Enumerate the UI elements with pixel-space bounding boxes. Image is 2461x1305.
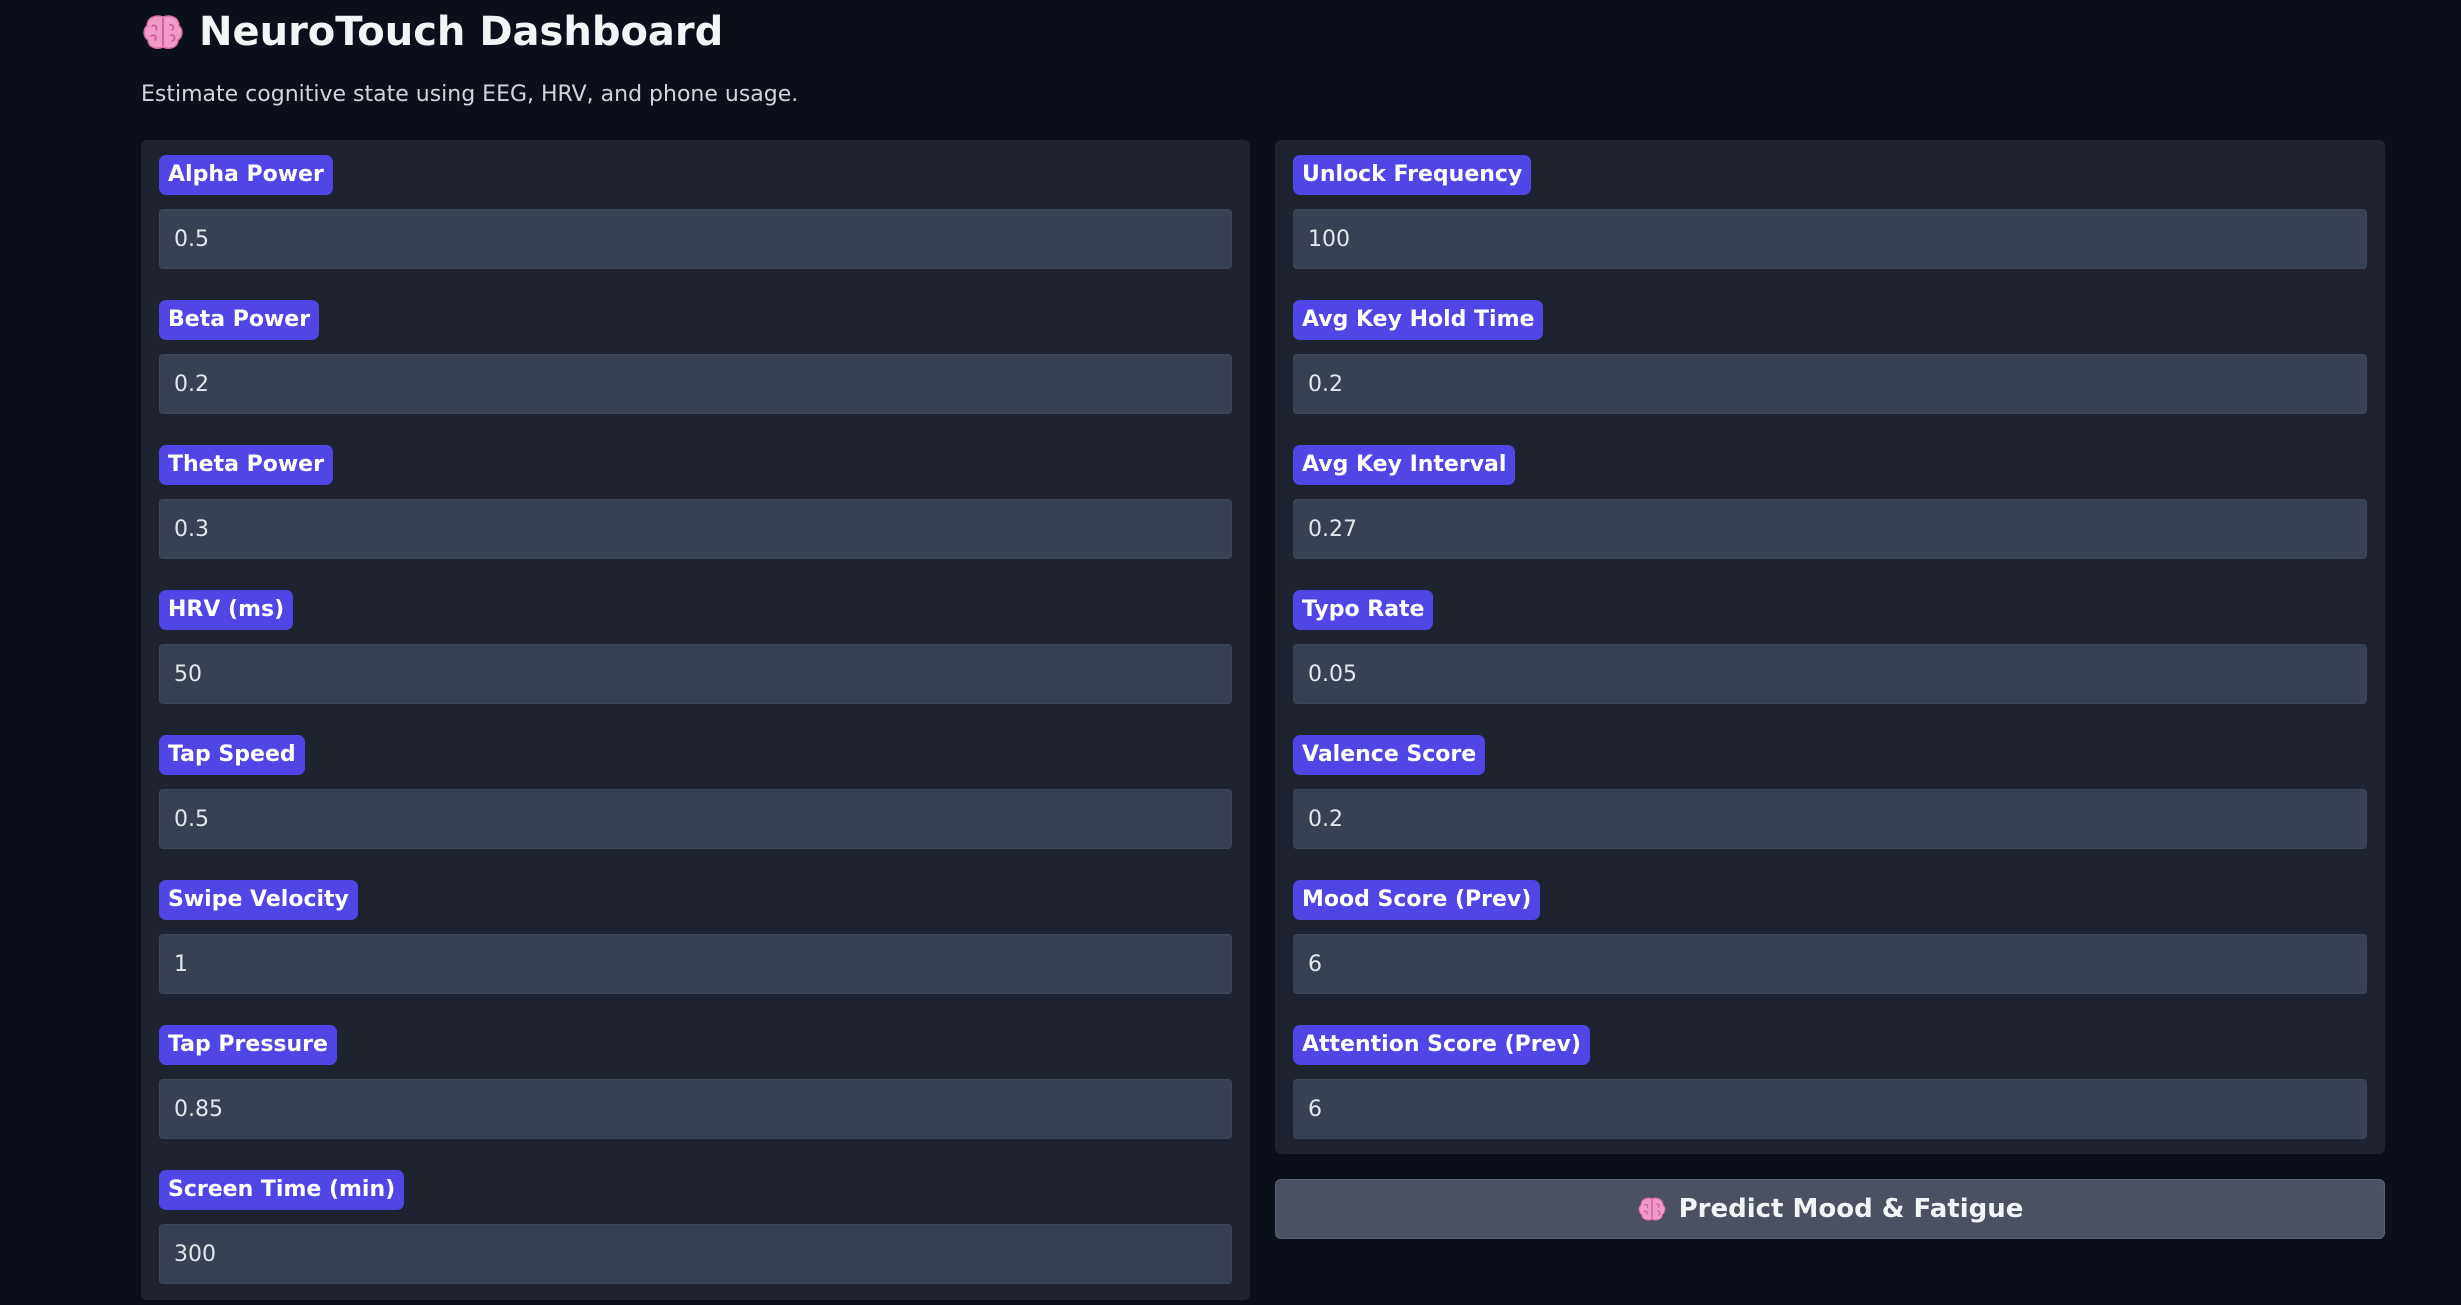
mood-score-prev-input[interactable]: [1293, 934, 2367, 994]
swipe-velocity-label: Swipe Velocity: [159, 880, 358, 920]
attention-score-prev-label: Attention Score (Prev): [1293, 1025, 1590, 1065]
tap-speed-label: Tap Speed: [159, 735, 305, 775]
field-typo-rate: Typo Rate: [1293, 575, 2367, 705]
avg-key-hold-time-input[interactable]: [1293, 354, 2367, 414]
field-mood-score-prev: Mood Score (Prev): [1293, 865, 2367, 995]
tap-speed-input[interactable]: [159, 789, 1232, 849]
tap-pressure-label: Tap Pressure: [159, 1025, 337, 1065]
unlock-frequency-input[interactable]: [1293, 209, 2367, 269]
page-subtitle: Estimate cognitive state using EEG, HRV,…: [141, 82, 799, 107]
field-avg-key-interval: Avg Key Interval: [1293, 430, 2367, 560]
field-tap-pressure: Tap Pressure: [159, 1010, 1232, 1140]
predict-mood-fatigue-button[interactable]: Predict Mood & Fatigue: [1275, 1179, 2385, 1239]
unlock-frequency-label: Unlock Frequency: [1293, 155, 1532, 195]
beta-power-input[interactable]: [159, 354, 1232, 414]
predict-button-label: Predict Mood & Fatigue: [1678, 1194, 2024, 1224]
field-screen-time: Screen Time (min): [159, 1155, 1232, 1285]
right-input-panel: Unlock Frequency Avg Key Hold Time Avg K…: [1275, 140, 2385, 1154]
field-alpha-power: Alpha Power: [159, 140, 1232, 270]
valence-score-input[interactable]: [1293, 789, 2367, 849]
typo-rate-label: Typo Rate: [1293, 590, 1434, 630]
beta-power-label: Beta Power: [159, 300, 320, 340]
avg-key-interval-input[interactable]: [1293, 499, 2367, 559]
left-input-panel: Alpha Power Beta Power Theta Power HRV (…: [141, 140, 1250, 1300]
attention-score-prev-input[interactable]: [1293, 1079, 2367, 1139]
page-title: NeuroTouch Dashboard: [141, 4, 723, 60]
alpha-power-input[interactable]: [159, 209, 1232, 269]
field-unlock-frequency: Unlock Frequency: [1293, 140, 2367, 270]
field-avg-key-hold-time: Avg Key Hold Time: [1293, 285, 2367, 415]
swipe-velocity-input[interactable]: [159, 934, 1232, 994]
avg-key-interval-label: Avg Key Interval: [1293, 445, 1516, 485]
field-swipe-velocity: Swipe Velocity: [159, 865, 1232, 995]
mood-score-prev-label: Mood Score (Prev): [1293, 880, 1541, 920]
theta-power-label: Theta Power: [159, 445, 333, 485]
screen-time-input[interactable]: [159, 1224, 1232, 1284]
typo-rate-input[interactable]: [1293, 644, 2367, 704]
hrv-input[interactable]: [159, 644, 1232, 704]
theta-power-input[interactable]: [159, 499, 1232, 559]
page-title-text: NeuroTouch Dashboard: [199, 9, 724, 55]
field-attention-score-prev: Attention Score (Prev): [1293, 1010, 2367, 1140]
valence-score-label: Valence Score: [1293, 735, 1486, 775]
screen-time-label: Screen Time (min): [159, 1170, 405, 1210]
field-valence-score: Valence Score: [1293, 720, 2367, 850]
dashboard-page: NeuroTouch Dashboard Estimate cognitive …: [0, 0, 2461, 1305]
field-theta-power: Theta Power: [159, 430, 1232, 560]
hrv-label: HRV (ms): [159, 590, 294, 630]
avg-key-hold-time-label: Avg Key Hold Time: [1293, 300, 1544, 340]
brain-icon: [1637, 1195, 1667, 1223]
field-hrv: HRV (ms): [159, 575, 1232, 705]
field-beta-power: Beta Power: [159, 285, 1232, 415]
alpha-power-label: Alpha Power: [159, 155, 333, 195]
brain-icon: [141, 12, 185, 52]
field-tap-speed: Tap Speed: [159, 720, 1232, 850]
tap-pressure-input[interactable]: [159, 1079, 1232, 1139]
